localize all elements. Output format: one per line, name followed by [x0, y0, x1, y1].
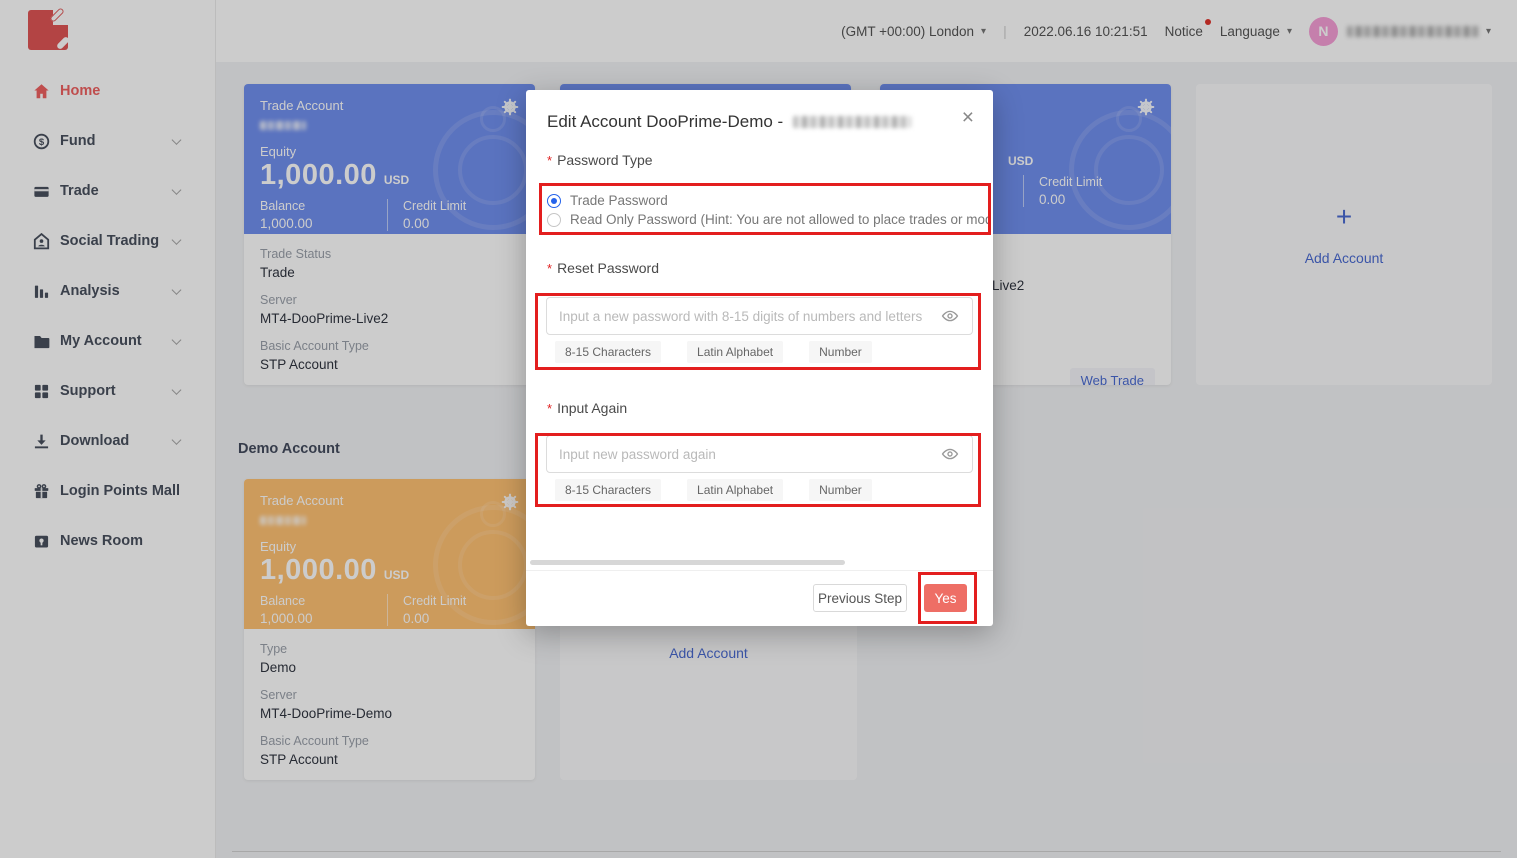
radio-selected-icon: [547, 194, 561, 208]
confirm-password-input[interactable]: [546, 435, 973, 473]
input-again-label: *Input Again: [547, 400, 627, 416]
new-password-input[interactable]: [546, 297, 973, 335]
horizontal-scrollbar-thumb[interactable]: [530, 560, 845, 565]
password-rule-tag: Latin Alphabet: [687, 341, 783, 363]
eye-icon[interactable]: [941, 445, 959, 463]
password-rules-row-1: 8-15 Characters Latin Alphabet Number: [555, 341, 872, 363]
required-mark: *: [547, 153, 552, 168]
reset-password-label: *Reset Password: [547, 260, 659, 276]
eye-icon[interactable]: [941, 307, 959, 325]
password-rule-tag: 8-15 Characters: [555, 479, 661, 501]
password-type-label: *Password Type: [547, 152, 653, 168]
radio-trade-password[interactable]: Trade Password: [547, 191, 990, 210]
password-type-radio-group: Trade Password Read Only Password (Hint:…: [547, 191, 990, 229]
required-mark: *: [547, 261, 552, 276]
password-rule-tag: Latin Alphabet: [687, 479, 783, 501]
password-rule-tag: 8-15 Characters: [555, 341, 661, 363]
required-mark: *: [547, 401, 552, 416]
previous-step-button[interactable]: Previous Step: [813, 584, 907, 612]
app-canvas: Home $ Fund Trade Social Trading Analysi…: [0, 0, 1517, 858]
radio-read-only-password[interactable]: Read Only Password (Hint: You are not al…: [547, 210, 990, 229]
password-rule-tag: Number: [809, 479, 872, 501]
modal-title: Edit Account DooPrime-Demo -: [547, 112, 911, 132]
password-rules-row-2: 8-15 Characters Latin Alphabet Number: [555, 479, 872, 501]
account-number-redacted: [793, 116, 911, 128]
modal-footer: Previous Step Yes: [526, 570, 993, 626]
edit-account-modal: Edit Account DooPrime-Demo - × *Password…: [526, 90, 993, 626]
password-rule-tag: Number: [809, 341, 872, 363]
yes-button[interactable]: Yes: [924, 584, 967, 612]
radio-unselected-icon: [547, 213, 561, 227]
close-icon[interactable]: ×: [962, 107, 974, 128]
